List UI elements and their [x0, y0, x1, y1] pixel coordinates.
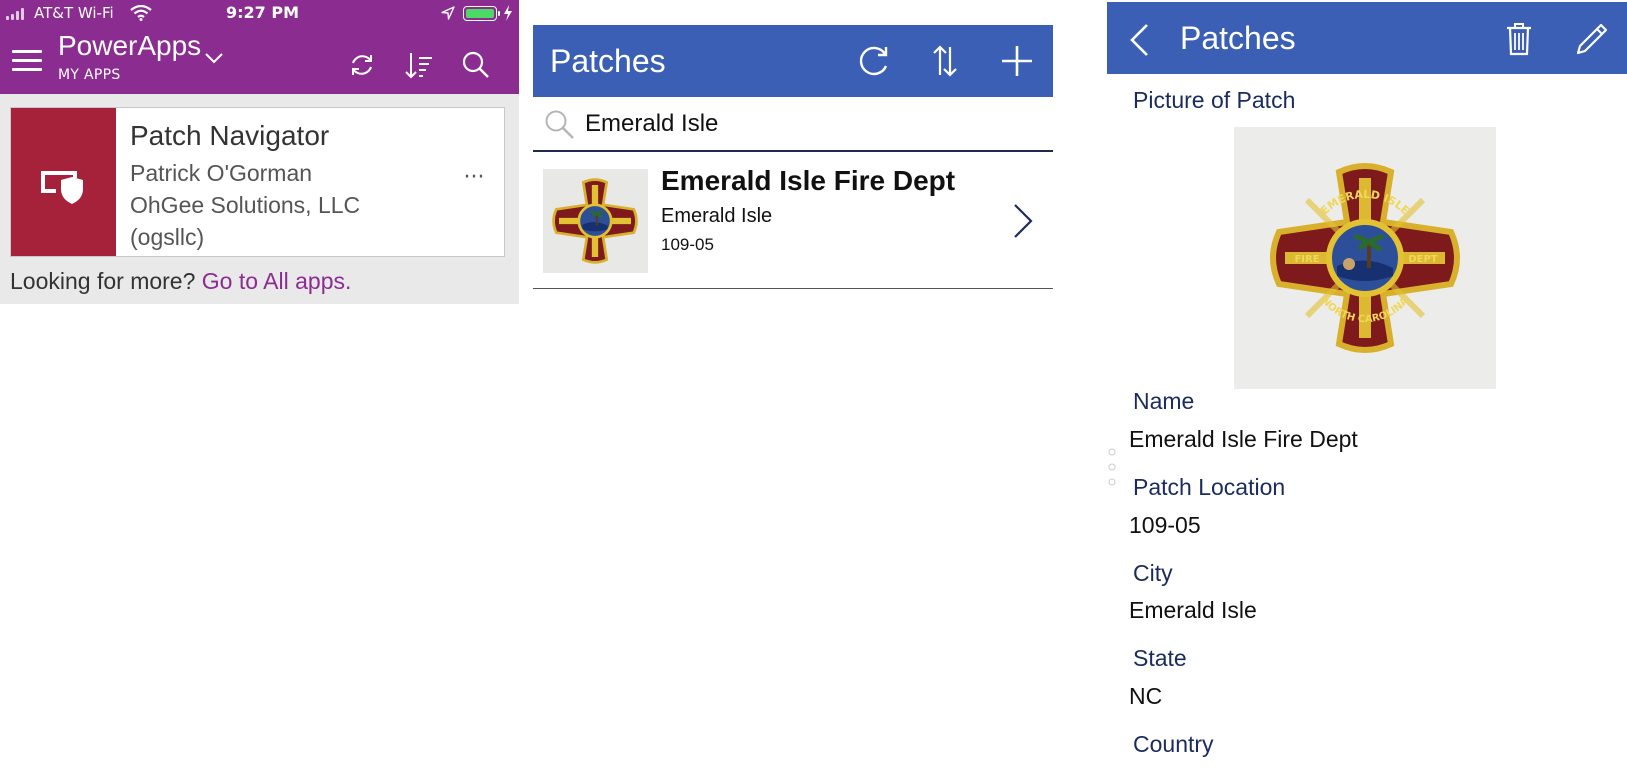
drag-handle-icon[interactable] [1107, 448, 1117, 486]
patch-detail-header: Patches [1107, 2, 1627, 74]
all-apps-prompt: Looking for more? Go to All apps. [10, 268, 351, 295]
name-label: Name [1133, 388, 1195, 414]
status-bar: AT&T Wi-Fi 9:27 PM [0, 0, 519, 26]
status-time: 9:27 PM [226, 3, 300, 22]
search-bar [533, 98, 1053, 152]
patch-right-text: DEPT [1408, 254, 1437, 265]
app-company: OhGee Solutions, LLC [130, 192, 361, 218]
patch-detail-panel: Patches Picture of Patch EMERALD ISLE NO… [1107, 0, 1627, 773]
patches-list-panel: Patches Emerald Isle Emerald Isle Fire D… [533, 25, 1053, 300]
app-name: Patch Navigator [130, 120, 330, 151]
menu-icon[interactable] [12, 50, 42, 72]
powerapps-panel: AT&T Wi-Fi 9:27 PM PowerApps MY APPS Pat… [0, 0, 519, 304]
state-label: State [1133, 645, 1187, 671]
all-apps-prompt-text: Looking for more? [10, 268, 196, 294]
more-options-icon[interactable]: ··· [459, 167, 489, 189]
sort-icon[interactable] [927, 43, 963, 79]
patch-photo: EMERALD ISLE NORTH CAROLINA FIRE DEPT [1234, 127, 1496, 389]
location-label: Patch Location [1133, 474, 1286, 500]
list-item-subtitle: Emerald Isle [661, 205, 773, 227]
list-item-code: 109-05 [661, 235, 714, 254]
location-arrow-icon [441, 6, 455, 20]
edit-pencil-icon[interactable] [1575, 22, 1609, 56]
location-value: 109-05 [1129, 512, 1201, 538]
powerapps-header: AT&T Wi-Fi 9:27 PM PowerApps MY APPS [0, 0, 519, 94]
wifi-icon [130, 5, 152, 21]
list-item[interactable]: Emerald Isle Fire Dept Emerald Isle 109-… [533, 153, 1053, 289]
fire-patch-emblem-icon [552, 178, 638, 264]
search-icon[interactable] [461, 50, 491, 80]
powerapps-subtitle: MY APPS [58, 67, 121, 83]
city-label: City [1133, 560, 1173, 586]
name-value: Emerald Isle Fire Dept [1129, 426, 1358, 452]
app-card-patch-navigator[interactable]: Patch Navigator Patrick O'Gorman OhGee S… [10, 107, 505, 257]
add-icon[interactable] [999, 43, 1035, 79]
refresh-icon[interactable] [855, 43, 891, 79]
chevron-right-icon[interactable] [1011, 201, 1035, 241]
trash-icon[interactable] [1505, 22, 1533, 56]
app-tenant: (ogsllc) [130, 224, 205, 250]
all-apps-link[interactable]: Go to All apps. [202, 268, 352, 294]
back-arrow-icon[interactable] [1127, 22, 1151, 58]
chevron-down-icon[interactable] [204, 50, 224, 66]
search-icon [545, 110, 574, 139]
picture-label: Picture of Patch [1133, 87, 1296, 113]
charging-bolt-icon [504, 5, 512, 21]
refresh-icon[interactable] [347, 50, 377, 80]
patch-left-text: FIRE [1294, 254, 1319, 265]
patches-list-header: Patches [533, 25, 1053, 97]
list-title: Patches [550, 43, 666, 79]
app-author: Patrick O'Gorman [130, 160, 313, 186]
cellular-signal-icon [6, 8, 28, 20]
app-shield-icon [41, 171, 83, 204]
patch-thumbnail [543, 169, 648, 273]
state-value: NC [1129, 683, 1163, 709]
city-value: Emerald Isle [1129, 597, 1257, 623]
list-item-title: Emerald Isle Fire Dept [661, 165, 956, 196]
sort-icon[interactable] [404, 50, 434, 80]
fire-patch-emblem-icon: EMERALD ISLE NORTH CAROLINA FIRE DEPT [1270, 163, 1460, 353]
carrier-name: AT&T Wi-Fi [34, 4, 114, 22]
app-tile [11, 108, 116, 256]
search-input[interactable] [585, 106, 1035, 142]
country-label: Country [1133, 731, 1214, 757]
detail-title: Patches [1180, 20, 1296, 56]
powerapps-title[interactable]: PowerApps [58, 30, 201, 62]
battery-icon [463, 6, 500, 21]
